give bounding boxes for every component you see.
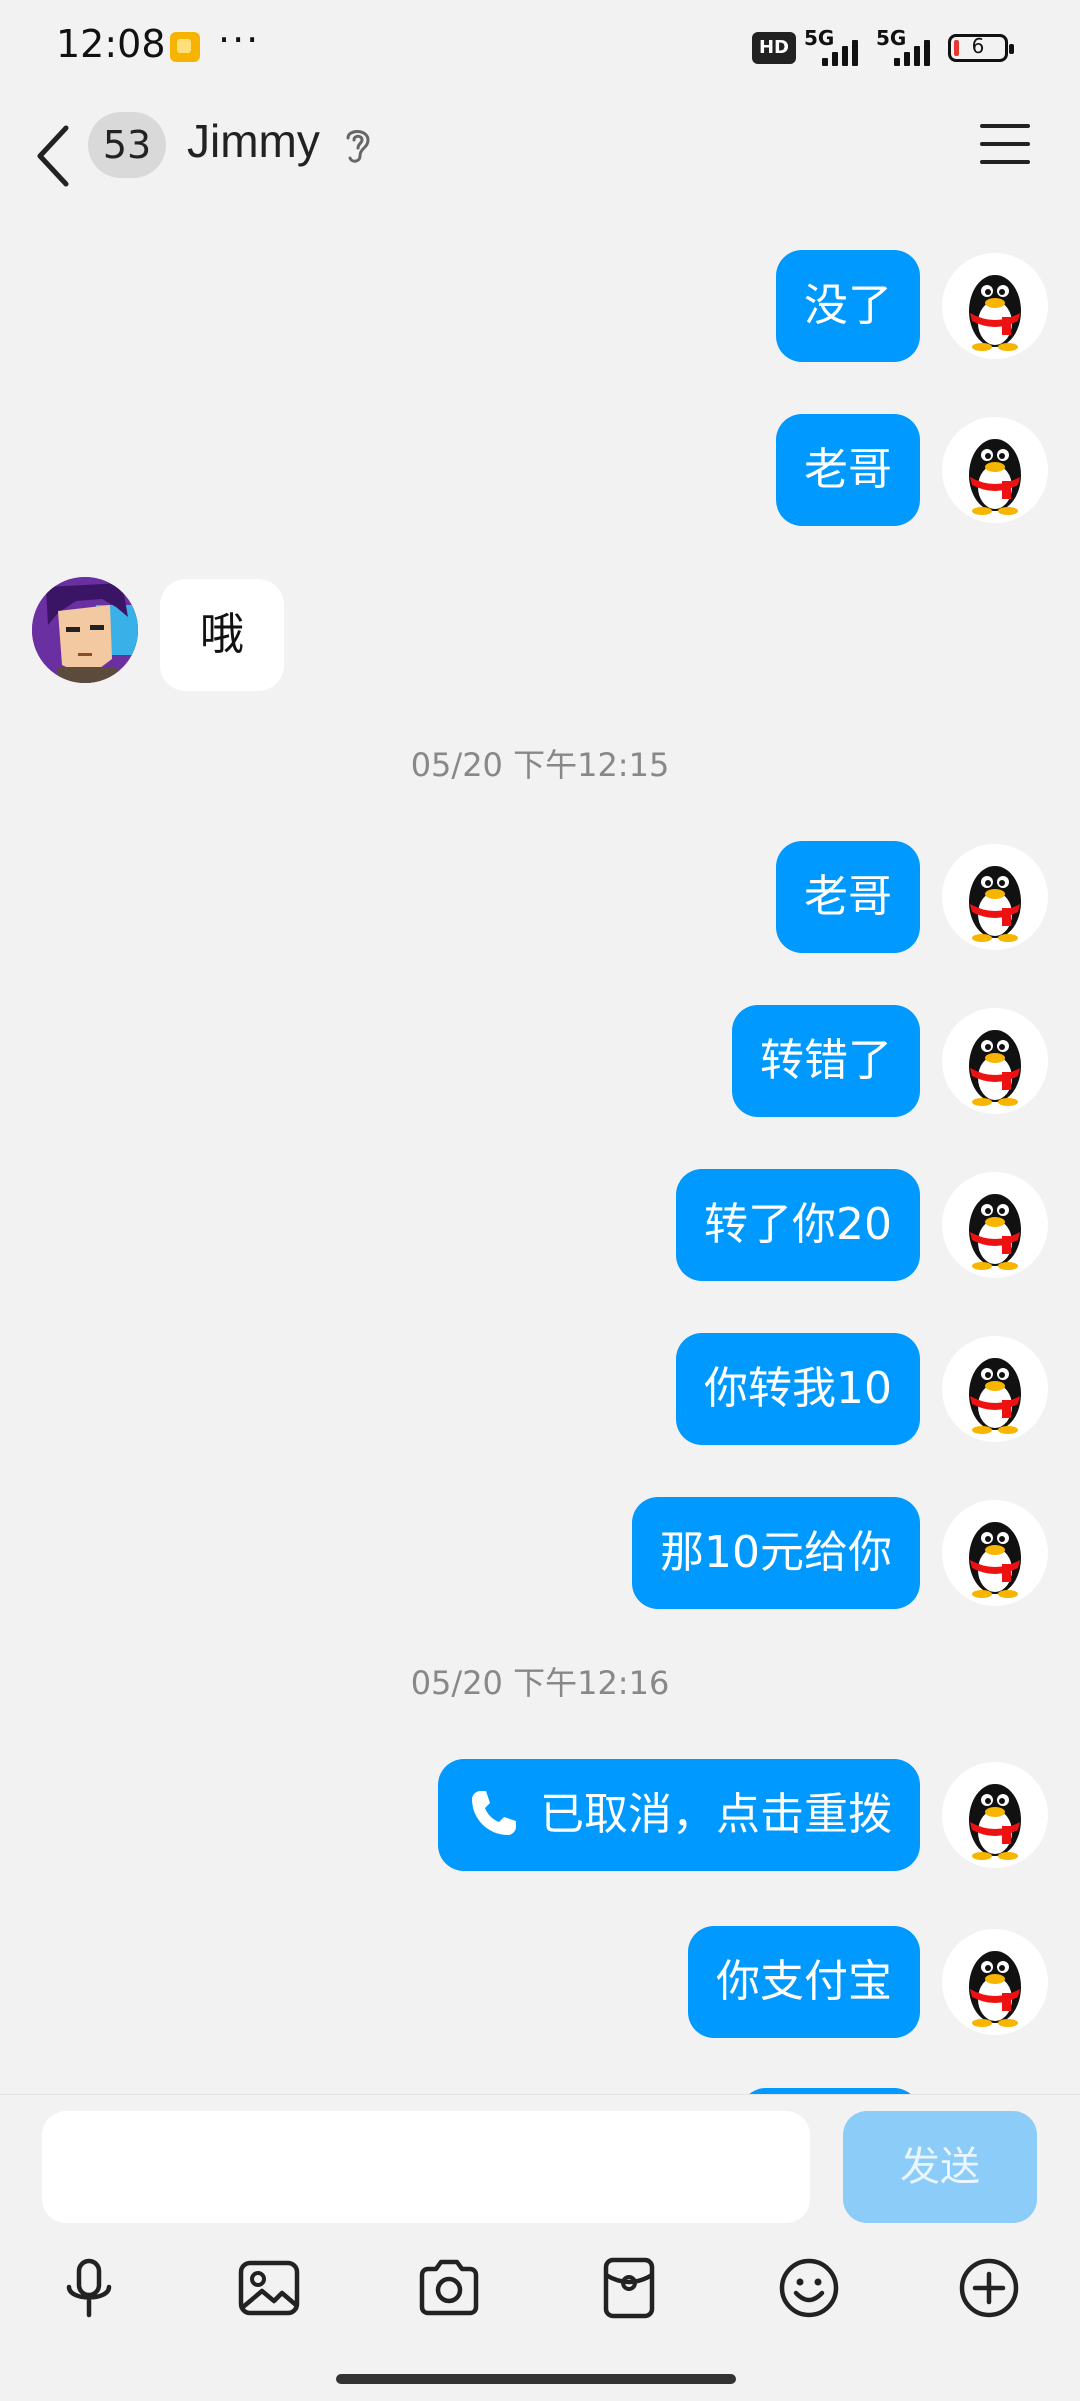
message-timestamp: 05/20 下午12:15 <box>410 746 670 784</box>
message-bubble-outgoing[interactable]: 转了你20 <box>676 1169 920 1281</box>
send-button[interactable]: 发送 <box>843 2111 1037 2223</box>
home-indicator[interactable] <box>336 2374 736 2384</box>
message-bubble-outgoing[interactable]: 你支付宝 <box>688 1926 920 2038</box>
battery-level: 6 <box>971 34 985 58</box>
ear-icon[interactable] <box>342 124 374 166</box>
signal-icon <box>818 36 864 66</box>
my-avatar-penguin[interactable] <box>942 1336 1048 1442</box>
my-avatar-penguin[interactable] <box>942 417 1048 523</box>
microphone-icon[interactable] <box>56 2255 122 2321</box>
battery-icon: 6 <box>948 34 1014 62</box>
message-bubble-incoming[interactable]: 哦 <box>160 579 284 691</box>
image-icon[interactable] <box>236 2255 302 2321</box>
call-record-label: 已取消，点击重拨 <box>540 1789 892 1840</box>
my-avatar-penguin[interactable] <box>942 1762 1048 1868</box>
message-composer: 发送 <box>0 2094 1080 2401</box>
plus-icon[interactable] <box>956 2255 1022 2321</box>
contact-name[interactable]: Jimmy <box>187 114 320 168</box>
hd-voice-icon: HD <box>752 32 796 64</box>
status-bar: 12:08 ··· HD 5G 5G 6 <box>0 0 1080 100</box>
message-bubble-outgoing[interactable]: 那10元给你 <box>632 1497 920 1609</box>
unread-count-badge[interactable]: 53 <box>88 112 166 178</box>
notification-icon <box>170 32 200 62</box>
my-avatar-penguin[interactable] <box>942 844 1048 950</box>
menu-icon[interactable] <box>980 124 1030 164</box>
message-bubble-outgoing[interactable]: 没了 <box>776 250 920 362</box>
my-avatar-penguin[interactable] <box>942 1929 1048 2035</box>
message-bubble-outgoing[interactable]: 老哥 <box>776 841 920 953</box>
message-bubble-outgoing[interactable]: 转错了 <box>732 1005 920 1117</box>
more-notifications-icon: ··· <box>218 18 261 62</box>
back-icon[interactable] <box>30 118 80 194</box>
status-time: 12:08 <box>56 22 166 66</box>
message-timestamp: 05/20 下午12:16 <box>410 1664 670 1702</box>
my-avatar-penguin[interactable] <box>942 1172 1048 1278</box>
message-bubble-outgoing[interactable]: 你转我10 <box>676 1333 920 1445</box>
my-avatar-penguin[interactable] <box>942 1008 1048 1114</box>
chat-message-list[interactable]: 没了 老哥 哦 05/20 下午12:15 老哥 转错了 转了你20 你转我10… <box>0 220 1080 2094</box>
contact-avatar[interactable] <box>32 577 138 683</box>
message-input[interactable] <box>42 2111 810 2223</box>
phone-icon <box>472 1791 516 1835</box>
call-record-bubble[interactable]: 已取消，点击重拨 <box>438 1759 920 1871</box>
signal-icon-2 <box>890 36 936 66</box>
camera-icon[interactable] <box>416 2255 482 2321</box>
red-packet-icon[interactable] <box>596 2255 662 2321</box>
my-avatar-penguin[interactable] <box>942 253 1048 359</box>
my-avatar-penguin[interactable] <box>942 1500 1048 1606</box>
emoji-icon[interactable] <box>776 2255 842 2321</box>
message-bubble-outgoing[interactable]: 老哥 <box>776 414 920 526</box>
